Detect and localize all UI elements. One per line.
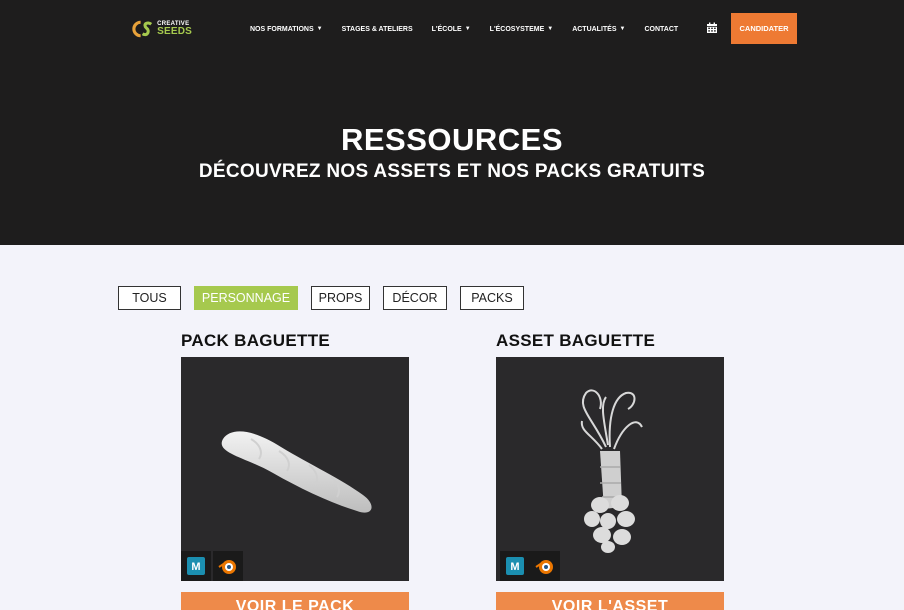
candidater-button[interactable]: CANDIDATER [731, 13, 797, 44]
nav-item-label: NOS FORMATIONS [250, 25, 314, 33]
filter-decor[interactable]: DÉCOR [383, 286, 447, 310]
card-image-asset-baguette[interactable]: M [496, 357, 724, 581]
voir-le-pack-button[interactable]: VOIR LE PACK [181, 592, 409, 610]
card-image-pack-baguette[interactable]: M [181, 357, 409, 581]
filter-tous[interactable]: TOUS [118, 286, 181, 310]
nav-item-label: ACTUALITÉS [572, 25, 617, 33]
filter-bar: TOUS PERSONNAGE PROPS DÉCOR PACKS [118, 286, 537, 310]
caret-down-icon: ▼ [464, 26, 471, 32]
nav-item-contact[interactable]: CONTACT [644, 26, 678, 33]
site-header: CREATIVE SEEDS NOS FORMATIONS ▼ STAGES &… [0, 0, 904, 245]
blender-icon [530, 551, 560, 581]
calendar-icon[interactable] [706, 22, 718, 34]
voir-l-asset-button[interactable]: VOIR L'ASSET [496, 592, 724, 610]
maya-icon: M [500, 551, 530, 581]
nav-item-ecosysteme[interactable]: L'ÉCOSYSTEME ▼ [490, 26, 554, 33]
blender-icon [213, 551, 243, 581]
page-title: RESSOURCES [340, 122, 564, 157]
caret-down-icon: ▼ [547, 26, 554, 32]
nav-item-formations[interactable]: NOS FORMATIONS ▼ [250, 26, 323, 33]
nav-item-label: CONTACT [644, 25, 679, 33]
creative-seeds-logo-icon [132, 20, 153, 38]
card-title: PACK BAGUETTE [181, 331, 331, 350]
filter-props[interactable]: PROPS [311, 286, 370, 310]
svg-text:M: M [510, 561, 519, 573]
main-nav: NOS FORMATIONS ▼ STAGES & ATELIERS L'ÉCO… [250, 22, 697, 36]
caret-down-icon: ▼ [316, 26, 323, 32]
maya-icon: M [181, 551, 211, 581]
caret-down-icon: ▼ [619, 26, 626, 32]
logo-text-seeds: SEEDS [157, 26, 192, 37]
nav-item-actualites[interactable]: ACTUALITÉS ▼ [572, 26, 625, 33]
card-title: ASSET BAGUETTE [496, 331, 656, 350]
baguette-character-render-image [580, 389, 643, 553]
filter-packs[interactable]: PACKS [460, 286, 524, 310]
filter-personnage[interactable]: PERSONNAGE [194, 286, 298, 310]
nav-item-ecole[interactable]: L'ÉCOLE ▼ [432, 26, 471, 33]
page-subtitle: DÉCOUVREZ NOS ASSETS ET NOS PACKS GRATUI… [198, 161, 706, 182]
nav-item-label: L'ÉCOSYSTEME [489, 25, 545, 33]
nav-item-label: L'ÉCOLE [431, 25, 462, 33]
svg-text:M: M [191, 561, 200, 573]
nav-item-stages[interactable]: STAGES & ATELIERS [342, 26, 413, 33]
logo[interactable]: CREATIVE SEEDS [130, 15, 192, 43]
baguette-render-image [221, 431, 372, 513]
nav-item-label: STAGES & ATELIERS [341, 25, 413, 33]
